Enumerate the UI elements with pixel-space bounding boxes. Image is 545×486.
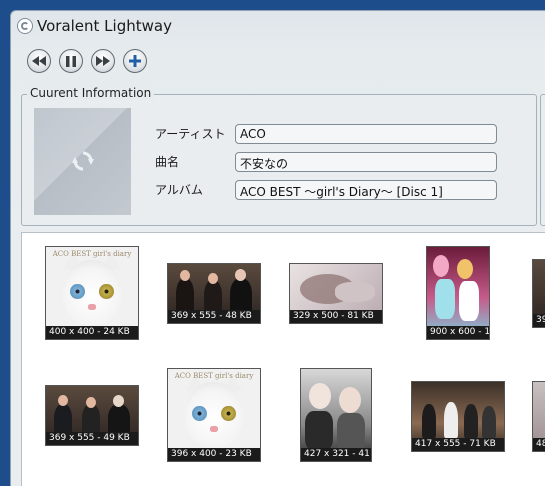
plus-icon (129, 55, 141, 67)
thumbnail[interactable]: 396 (532, 259, 545, 328)
thumbnail[interactable]: 369 x 555 - 48 KB (167, 263, 261, 324)
thumbnail-caption: 369 x 555 - 48 KB (168, 310, 260, 323)
app-window: Voralent Lightway Cuurent Information アー… (10, 10, 545, 486)
album-art-text: ACO BEST girl's diary (52, 249, 132, 258)
thumbnail[interactable]: 417 x 555 - 71 KB (411, 381, 505, 452)
thumbnail-caption: 369 x 555 - 49 KB (46, 432, 138, 445)
pause-icon (66, 55, 76, 67)
thumbnail-caption: 400 x 400 - 24 KB (46, 326, 138, 339)
thumbnail-caption: 396 x 400 - 23 KB (168, 448, 260, 461)
thumbnail[interactable]: 329 x 500 - 81 KB (289, 263, 383, 324)
artist-label: アーティスト (155, 127, 226, 141)
title-field[interactable]: 不安なの (235, 152, 497, 172)
album-art-text: ACO BEST girl's diary (174, 371, 254, 380)
fast-forward-button[interactable] (91, 49, 115, 73)
album-label: アルバム (155, 183, 203, 197)
app-logo-icon (17, 18, 33, 34)
thumbnail[interactable]: ACO BEST girl's diary 400 x 400 - 24 KB (45, 246, 139, 340)
thumbnail-caption: 396 (533, 314, 545, 327)
window-title: Voralent Lightway (37, 17, 172, 35)
add-button[interactable] (123, 49, 147, 73)
thumbnail-caption: 329 x 500 - 81 KB (290, 310, 382, 323)
rewind-button[interactable] (27, 49, 51, 73)
thumbnail[interactable]: 427 x 321 - 41 KB (300, 368, 372, 462)
refresh-icon (72, 151, 94, 171)
thumbnail[interactable]: 480 (532, 381, 545, 452)
thumbnail-caption: 417 x 555 - 71 KB (412, 438, 504, 451)
artist-field[interactable]: ACO (235, 124, 497, 144)
album-field[interactable]: ACO BEST 〜girl's Diary〜 [Disc 1] (235, 180, 497, 200)
title-label: 曲名 (155, 155, 180, 169)
current-information-group: Cuurent Information アーティスト ACO 曲名 不安なの ア… (21, 86, 537, 226)
rewind-icon (32, 56, 46, 66)
title-bar[interactable]: Voralent Lightway (11, 11, 545, 41)
thumbnail-caption: 427 x 321 - 41 KB (301, 448, 371, 461)
thumbnail[interactable]: ACO BEST girl's diary 396 x 400 - 23 KB (167, 368, 261, 462)
album-art-placeholder (34, 108, 131, 215)
thumbnail[interactable]: 900 x 600 - 141 KB (426, 246, 490, 340)
thumbnail-caption: 900 x 600 - 141 KB (427, 326, 489, 339)
image-gallery: ACO BEST girl's diary 400 x 400 - 24 KB … (21, 232, 545, 486)
pause-button[interactable] (59, 49, 83, 73)
fast-forward-icon (96, 56, 110, 66)
side-panel-edge (540, 94, 545, 226)
thumbnail-caption: 480 (533, 438, 545, 451)
thumbnail[interactable]: 369 x 555 - 49 KB (45, 385, 139, 446)
group-legend: Cuurent Information (27, 86, 155, 100)
